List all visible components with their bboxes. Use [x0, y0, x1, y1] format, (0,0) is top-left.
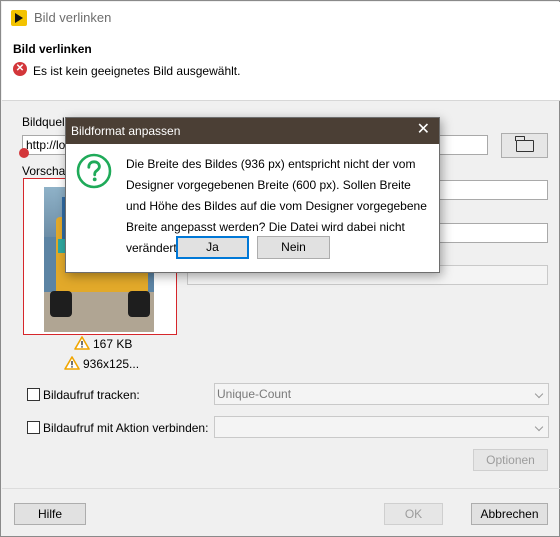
- ok-button[interactable]: OK: [384, 503, 443, 525]
- title-bar: Bild verlinken: [2, 2, 560, 32]
- action-select[interactable]: [214, 416, 549, 438]
- folder-icon: [515, 136, 534, 152]
- question-icon: [76, 153, 112, 189]
- window-title: Bild verlinken: [34, 10, 112, 25]
- action-checkbox[interactable]: [27, 421, 40, 434]
- help-button[interactable]: Hilfe: [14, 503, 86, 525]
- header-title: Bild verlinken: [13, 42, 92, 56]
- warning-icon: [74, 336, 90, 350]
- close-icon[interactable]: ✕: [417, 122, 430, 138]
- action-label: Bildaufruf mit Aktion verbinden:: [43, 421, 209, 435]
- cancel-button[interactable]: Abbrechen: [471, 503, 548, 525]
- track-select-value: Unique-Count: [217, 387, 292, 401]
- track-select[interactable]: Unique-Count: [214, 383, 549, 405]
- error-message: Es ist kein geeignetes Bild ausgewählt.: [33, 64, 241, 78]
- modal-title-bar: Bildformat anpassen ✕: [66, 118, 439, 144]
- file-size-text: 167 KB: [93, 337, 133, 351]
- dialog-window: Bild verlinken Bild verlinken ✕ Es ist k…: [0, 0, 560, 537]
- field-error-icon: [19, 148, 29, 158]
- warning-icon: [64, 356, 80, 370]
- track-label: Bildaufruf tracken:: [43, 388, 140, 402]
- error-icon: ✕: [13, 62, 27, 76]
- resize-image-modal: Bildformat anpassen ✕ Die Breite des Bil…: [65, 117, 440, 273]
- footer-divider: [2, 488, 560, 489]
- no-button[interactable]: Nein: [257, 236, 330, 259]
- modal-title: Bildformat anpassen: [71, 124, 181, 138]
- dialog-header: Bild verlinken ✕ Es ist kein geeignetes …: [2, 32, 560, 101]
- chevron-down-icon: [534, 422, 544, 432]
- options-button[interactable]: Optionen: [473, 449, 548, 471]
- yes-button[interactable]: Ja: [176, 236, 249, 259]
- browse-folder-button[interactable]: [501, 133, 548, 158]
- chevron-down-icon: [534, 389, 544, 399]
- dimensions-text: 936x125...: [83, 357, 140, 371]
- app-logo-icon: [11, 10, 27, 26]
- track-checkbox[interactable]: [27, 388, 40, 401]
